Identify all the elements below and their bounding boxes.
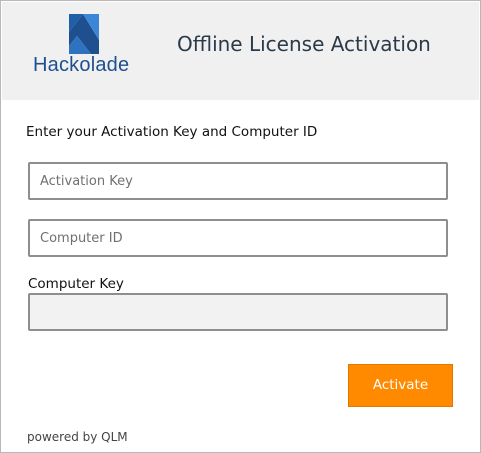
activate-button[interactable]: Activate [348,364,453,407]
logo-wordmark: Hackolade [33,54,130,76]
computer-key-field[interactable] [28,293,448,331]
powered-by-text: powered by QLM [27,430,128,444]
form-instruction: Enter your Activation Key and Computer I… [26,124,318,140]
dialog-header: Hackolade Offline License Activation [2,2,479,100]
computer-id-input[interactable] [28,219,448,257]
hackolade-logo: Hackolade [33,14,133,84]
hackolade-logo-icon [69,14,99,54]
activation-key-input[interactable] [28,162,448,200]
license-activation-dialog: Hackolade Offline License Activation Ent… [0,0,481,453]
computer-key-label: Computer Key [28,276,124,292]
dialog-title: Offline License Activation [177,32,431,56]
